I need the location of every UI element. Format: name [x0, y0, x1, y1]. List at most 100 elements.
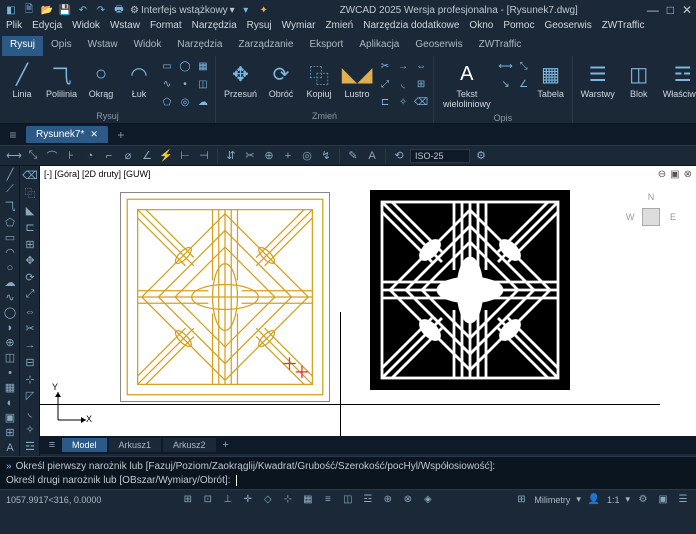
- vtrim-icon[interactable]: ✂: [22, 321, 38, 336]
- menu-widok[interactable]: Widok: [72, 20, 100, 36]
- dimdiameter-icon[interactable]: ⌀: [120, 148, 136, 164]
- dimstyle-combo[interactable]: ISO-25: [410, 149, 470, 163]
- vmirror-icon[interactable]: ◣: [22, 203, 38, 218]
- viewport-close-icon[interactable]: ⊗: [684, 169, 692, 180]
- vspline-icon[interactable]: ∿: [2, 291, 18, 304]
- tolerance-icon[interactable]: ⊕: [261, 148, 277, 164]
- layout-tab-arkusz1[interactable]: Arkusz1: [109, 438, 162, 452]
- vpolygon-icon[interactable]: ⬠: [2, 216, 18, 229]
- menu-edycja[interactable]: Edycja: [32, 20, 62, 36]
- vrotate-icon[interactable]: ⟳: [22, 270, 38, 285]
- erase-icon[interactable]: ⌫: [413, 94, 429, 110]
- vcopy-icon[interactable]: ⿻: [22, 185, 38, 201]
- dimbaseline-icon[interactable]: ⊢: [177, 148, 193, 164]
- donut-icon[interactable]: ◎: [177, 94, 193, 110]
- ribbon-tab-geoserwis[interactable]: Geoserwis: [407, 36, 470, 56]
- stretch-icon[interactable]: ⇔: [413, 58, 429, 74]
- layout-menu-icon[interactable]: ≡: [44, 437, 60, 453]
- sb-grid-icon[interactable]: ⊞: [181, 493, 195, 507]
- copy-button[interactable]: ⿻Kopiuj: [301, 58, 337, 102]
- new-icon[interactable]: 🗎: [22, 3, 36, 17]
- centermark-icon[interactable]: +: [280, 148, 296, 164]
- dimjogline-icon[interactable]: ↯: [318, 148, 334, 164]
- qdim-icon[interactable]: ⚡: [158, 148, 174, 164]
- diminspect-icon[interactable]: ◎: [299, 148, 315, 164]
- save-icon[interactable]: 💾: [58, 3, 72, 17]
- menu-pomoc[interactable]: Pomoc: [503, 20, 534, 36]
- star-icon[interactable]: ✦: [257, 3, 271, 17]
- vexplode-icon[interactable]: ✧: [22, 422, 38, 437]
- vextend-icon[interactable]: →: [22, 338, 38, 353]
- doc-tab-close-icon[interactable]: ✕: [90, 129, 98, 140]
- ribbon-tab-widok[interactable]: Widok: [126, 36, 170, 56]
- point-icon[interactable]: •: [177, 76, 193, 92]
- voffset-icon[interactable]: ⊏: [22, 220, 38, 235]
- close-button[interactable]: ✕: [682, 3, 692, 17]
- vline-icon[interactable]: ╱: [2, 168, 18, 181]
- ribbon-tab-rysuj[interactable]: Rysuj: [2, 36, 43, 56]
- vmove-icon[interactable]: ✥: [22, 254, 38, 269]
- vinsert-icon[interactable]: ⊕: [2, 336, 18, 349]
- vscale-icon[interactable]: ⤢: [22, 287, 38, 302]
- app-icon[interactable]: ◧: [4, 3, 18, 17]
- region-icon[interactable]: ◫: [195, 76, 211, 92]
- explode-icon[interactable]: ✧: [395, 94, 411, 110]
- dimaligned-icon[interactable]: ⤡: [25, 148, 41, 164]
- ribbon-tab-zwtraffic[interactable]: ZWTraffic: [471, 36, 530, 56]
- vmtext-icon[interactable]: A: [2, 441, 18, 454]
- doc-menu-icon[interactable]: ≡: [4, 126, 22, 144]
- menu-narzedzia[interactable]: Narzędzia: [192, 20, 237, 36]
- properties-button[interactable]: ☲Właściw...: [659, 58, 696, 102]
- vrect-icon[interactable]: ▭: [2, 231, 18, 244]
- sb-otrack-icon[interactable]: ⊹: [281, 493, 295, 507]
- sb-dyn-icon[interactable]: ▦: [301, 493, 315, 507]
- sb-annoscale-icon[interactable]: 👤: [587, 493, 601, 507]
- sb-sc-icon[interactable]: ⊕: [381, 493, 395, 507]
- sb-snap-icon[interactable]: ⊡: [201, 493, 215, 507]
- dimradius-icon[interactable]: ◔: [82, 148, 98, 164]
- menu-narzedzia-dodatkowe[interactable]: Narzędzia dodatkowe: [363, 20, 459, 36]
- varc-icon[interactable]: ◠: [2, 246, 18, 259]
- print-icon[interactable]: 🖶: [112, 3, 126, 17]
- sb-ds-icon[interactable]: ⊗: [401, 493, 415, 507]
- sb-polar-icon[interactable]: ✛: [241, 493, 255, 507]
- polyline-button[interactable]: ⺄Polilinia: [42, 58, 81, 102]
- vrevcloud-icon[interactable]: ☁: [2, 276, 18, 289]
- circle-button[interactable]: ○Okrąg: [83, 58, 119, 102]
- vellipsearc-icon[interactable]: ◗: [2, 321, 18, 334]
- trim-icon[interactable]: ✂: [377, 58, 393, 74]
- dimcontinue-icon[interactable]: ⊣: [196, 148, 212, 164]
- vhatch-icon[interactable]: ▦: [2, 381, 18, 394]
- mtext-button[interactable]: ATekst wieloliniowy: [438, 58, 496, 112]
- vfillet-icon[interactable]: ◟: [22, 405, 38, 420]
- dimspace-icon[interactable]: ⇵: [223, 148, 239, 164]
- minimize-button[interactable]: —: [647, 3, 659, 17]
- sb-osnap-icon[interactable]: ◇: [261, 493, 275, 507]
- sb-units-icon[interactable]: ⊞: [514, 493, 528, 507]
- dimstyle-manager-icon[interactable]: ⚙: [473, 148, 489, 164]
- sb-ortho-icon[interactable]: ⊥: [221, 493, 235, 507]
- vellipse-icon[interactable]: ◯: [2, 306, 18, 319]
- rect-icon[interactable]: ▭: [159, 58, 175, 74]
- sb-tpy-icon[interactable]: ◫: [341, 493, 355, 507]
- menu-rysuj[interactable]: Rysuj: [247, 20, 272, 36]
- vcircle-icon[interactable]: ○: [2, 261, 18, 274]
- sb-custom-icon[interactable]: ☰: [676, 493, 690, 507]
- ribbon-tab-eksport[interactable]: Eksport: [301, 36, 351, 56]
- vprops-icon[interactable]: ☲: [22, 439, 38, 454]
- menu-wymiar[interactable]: Wymiar: [282, 20, 316, 36]
- viewport-controls[interactable]: [-] [Góra] [2D druty] [GUW]: [44, 169, 151, 179]
- viewport-max-icon[interactable]: ▣: [670, 169, 679, 180]
- arc-button[interactable]: ◠Łuk: [121, 58, 157, 102]
- ribbon-tab-zarzadzanie[interactable]: Zarządzanie: [230, 36, 301, 56]
- sb-iso-icon[interactable]: ◈: [421, 493, 435, 507]
- menu-format[interactable]: Format: [150, 20, 182, 36]
- doc-tab-rysunek7[interactable]: Rysunek7* ✕: [26, 126, 108, 143]
- spline-icon[interactable]: ∿: [159, 76, 175, 92]
- ribbon-tab-narzedzia[interactable]: Narzędzia: [169, 36, 230, 56]
- table-button[interactable]: ▦Tabela: [534, 58, 568, 102]
- vgradient-icon[interactable]: ◐: [2, 396, 18, 409]
- mirror-button[interactable]: ◣◢Lustro: [339, 58, 375, 102]
- vpline-icon[interactable]: ⺄: [2, 198, 18, 214]
- menu-zmien[interactable]: Zmień: [325, 20, 353, 36]
